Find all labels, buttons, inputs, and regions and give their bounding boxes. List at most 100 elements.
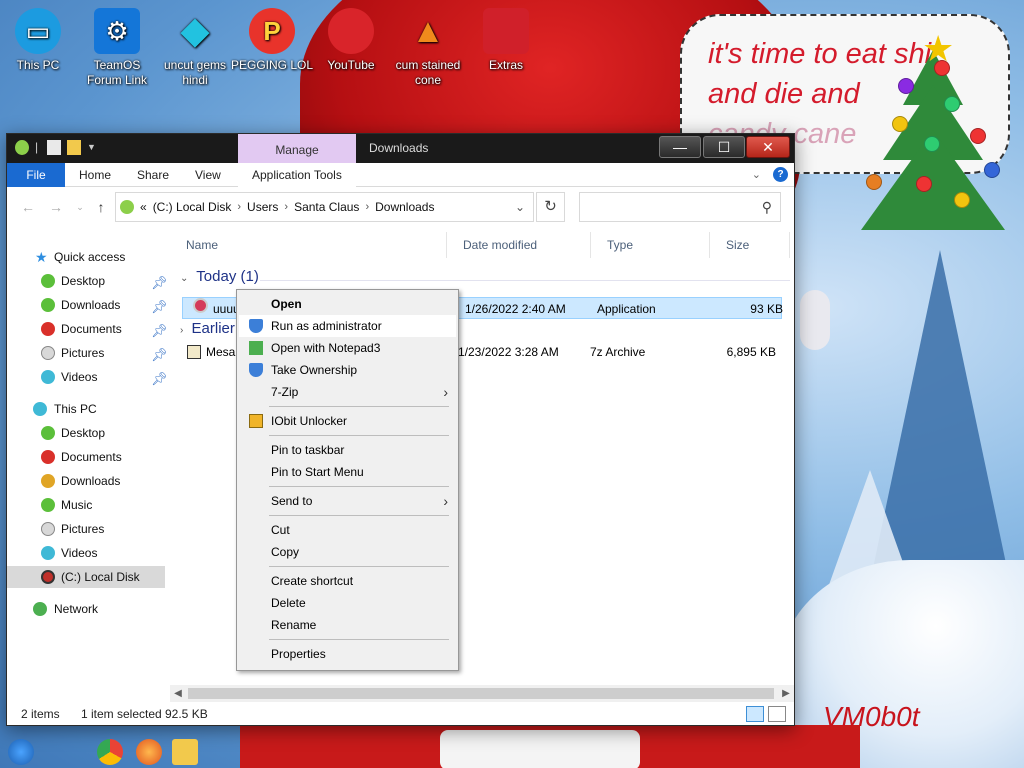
menu-item-rename[interactable]: Rename: [239, 614, 456, 636]
maximize-button[interactable]: ☐: [701, 134, 747, 160]
tab-manage[interactable]: Manage: [238, 134, 356, 164]
menu-item-7zip[interactable]: 7-Zip ›: [239, 381, 456, 403]
properties-icon[interactable]: [47, 140, 61, 155]
new-folder-icon[interactable]: [67, 140, 81, 155]
chevron-down-icon[interactable]: ▼: [87, 140, 101, 155]
menu-item-open[interactable]: Open: [239, 293, 456, 315]
file-explorer-icon[interactable]: [172, 739, 198, 765]
group-header-today[interactable]: ⌄ Today (1): [180, 268, 259, 285]
view-buttons: [746, 706, 786, 722]
breadcrumb-downloads[interactable]: Downloads: [369, 200, 440, 214]
tab-home[interactable]: Home: [65, 163, 125, 187]
breadcrumb-users[interactable]: Users: [241, 200, 284, 214]
nav-this-pc[interactable]: This PC: [7, 398, 165, 420]
desktop-icon-extras[interactable]: Extras: [464, 8, 548, 73]
menu-item-properties[interactable]: Properties: [239, 643, 456, 665]
recent-locations-chevron-icon[interactable]: ⌄: [71, 198, 89, 216]
start-button-icon[interactable]: [8, 739, 34, 765]
chevron-down-icon[interactable]: ⌄: [752, 168, 761, 181]
nav-network[interactable]: Network: [7, 598, 165, 620]
nav-pc-music[interactable]: Music: [7, 494, 165, 516]
column-header-size[interactable]: Size: [710, 232, 790, 258]
menu-item-create-shortcut[interactable]: Create shortcut: [239, 570, 456, 592]
up-arrow-icon[interactable]: ↑: [92, 198, 110, 216]
nav-pc-local-disk[interactable]: (C:) Local Disk: [7, 566, 165, 588]
quick-access-toolbar: | ▼: [15, 140, 101, 155]
tab-file[interactable]: File: [7, 163, 65, 187]
title-bar[interactable]: | ▼ Manage Downloads — ☐ ✕: [7, 134, 794, 164]
nav-quick-downloads[interactable]: Downloads 📌︎: [7, 294, 168, 318]
desktop-icon-cone[interactable]: ▲ cum stained cone: [386, 8, 470, 88]
desktop-icon-pegging[interactable]: P PEGGING LOL: [230, 8, 314, 73]
submenu-chevron-icon: ›: [443, 384, 448, 400]
breadcrumb-santa-claus[interactable]: Santa Claus: [288, 200, 365, 214]
minimize-button[interactable]: —: [657, 134, 703, 160]
forward-arrow-icon[interactable]: →: [47, 198, 65, 216]
scroll-left-icon[interactable]: ◀: [170, 685, 186, 702]
desktop-icon-this-pc[interactable]: ▭ This PC: [0, 8, 80, 73]
nav-label: Pictures: [61, 522, 105, 536]
close-button[interactable]: ✕: [745, 134, 791, 160]
group-header-earlier[interactable]: › Earlier: [180, 320, 235, 337]
address-bar[interactable]: « (C:) Local Disk › Users › Santa Claus …: [115, 192, 534, 222]
help-icon[interactable]: ?: [773, 167, 788, 182]
search-input[interactable]: ⚲: [579, 192, 781, 222]
desktop-icon-youtube[interactable]: YouTube: [309, 8, 393, 73]
refresh-button[interactable]: ↻: [536, 192, 565, 222]
menu-item-cut[interactable]: Cut: [239, 519, 456, 541]
horizontal-scrollbar[interactable]: ◀ ▶: [170, 685, 794, 702]
column-header-name[interactable]: Name: [170, 232, 447, 258]
traffic-cone-icon: ▲: [411, 11, 445, 50]
file-size: 93 KB: [750, 302, 783, 316]
nav-quick-access[interactable]: ★ Quick access: [7, 246, 165, 268]
nav-pc-videos[interactable]: Videos: [7, 542, 165, 564]
menu-item-pin-to-start[interactable]: Pin to Start Menu: [239, 461, 456, 483]
menu-item-open-with-notepad3[interactable]: Open with Notepad3: [239, 337, 456, 359]
nav-quick-pictures[interactable]: Pictures 📌︎: [7, 342, 168, 366]
menu-item-copy[interactable]: Copy: [239, 541, 456, 563]
desktop-icon-uncut-gems[interactable]: ◆ uncut gems hindi: [153, 8, 237, 88]
scrollbar-thumb[interactable]: [188, 688, 774, 699]
column-header-date-modified[interactable]: Date modified: [447, 232, 591, 258]
pin-icon[interactable]: 📌︎: [151, 320, 168, 342]
breadcrumb-local-disk[interactable]: (C:) Local Disk: [153, 200, 238, 214]
menu-item-pin-to-taskbar[interactable]: Pin to taskbar: [239, 439, 456, 461]
menu-item-run-as-administrator[interactable]: Run as administrator: [239, 315, 456, 337]
collapse-chevron-icon[interactable]: ⌄: [180, 273, 188, 284]
column-header-type[interactable]: Type: [591, 232, 710, 258]
address-dropdown-icon[interactable]: ⌄: [515, 200, 525, 214]
pin-icon[interactable]: 📌︎: [151, 368, 168, 390]
pin-icon[interactable]: 📌︎: [151, 296, 168, 318]
nav-pc-pictures[interactable]: Pictures: [7, 518, 165, 540]
pictures-icon: [41, 346, 55, 360]
pin-icon[interactable]: 📌︎: [151, 344, 168, 366]
menu-item-take-ownership[interactable]: Take Ownership: [239, 359, 456, 381]
menu-item-delete[interactable]: Delete: [239, 592, 456, 614]
collapse-chevron-icon[interactable]: ›: [180, 325, 183, 336]
desktop-icon-teamos[interactable]: ⚙ TeamOS Forum Link: [75, 8, 159, 88]
firefox-icon[interactable]: [136, 739, 162, 765]
breadcrumb-overflow[interactable]: «: [134, 200, 153, 214]
star-icon: ★: [35, 249, 48, 265]
status-size: 92.5 KB: [165, 707, 208, 721]
nav-quick-desktop[interactable]: Desktop 📌︎: [7, 270, 168, 294]
tab-application-tools[interactable]: Application Tools: [238, 163, 356, 187]
nav-pc-documents[interactable]: Documents: [7, 446, 165, 468]
back-arrow-icon[interactable]: ←: [19, 198, 37, 216]
tab-share[interactable]: Share: [123, 163, 183, 187]
scroll-right-icon[interactable]: ▶: [778, 685, 794, 702]
pin-icon[interactable]: 📌︎: [151, 272, 168, 294]
tab-view[interactable]: View: [181, 163, 235, 187]
nav-pc-desktop[interactable]: Desktop: [7, 422, 165, 444]
large-icons-view-icon[interactable]: [768, 706, 786, 722]
ribbon-tabs: File Home Share View Application Tools ⌄…: [7, 163, 794, 187]
nav-pc-downloads[interactable]: Downloads: [7, 470, 165, 492]
group-divider: [260, 280, 790, 281]
menu-item-iobit-unlocker[interactable]: IObit Unlocker: [239, 410, 456, 432]
menu-item-send-to[interactable]: Send to ›: [239, 490, 456, 512]
chrome-icon[interactable]: [97, 739, 123, 765]
nav-quick-videos[interactable]: Videos 📌︎: [7, 366, 168, 390]
nav-quick-documents[interactable]: Documents 📌︎: [7, 318, 168, 342]
drive-icon[interactable]: [15, 140, 29, 155]
details-view-icon[interactable]: [746, 706, 764, 722]
